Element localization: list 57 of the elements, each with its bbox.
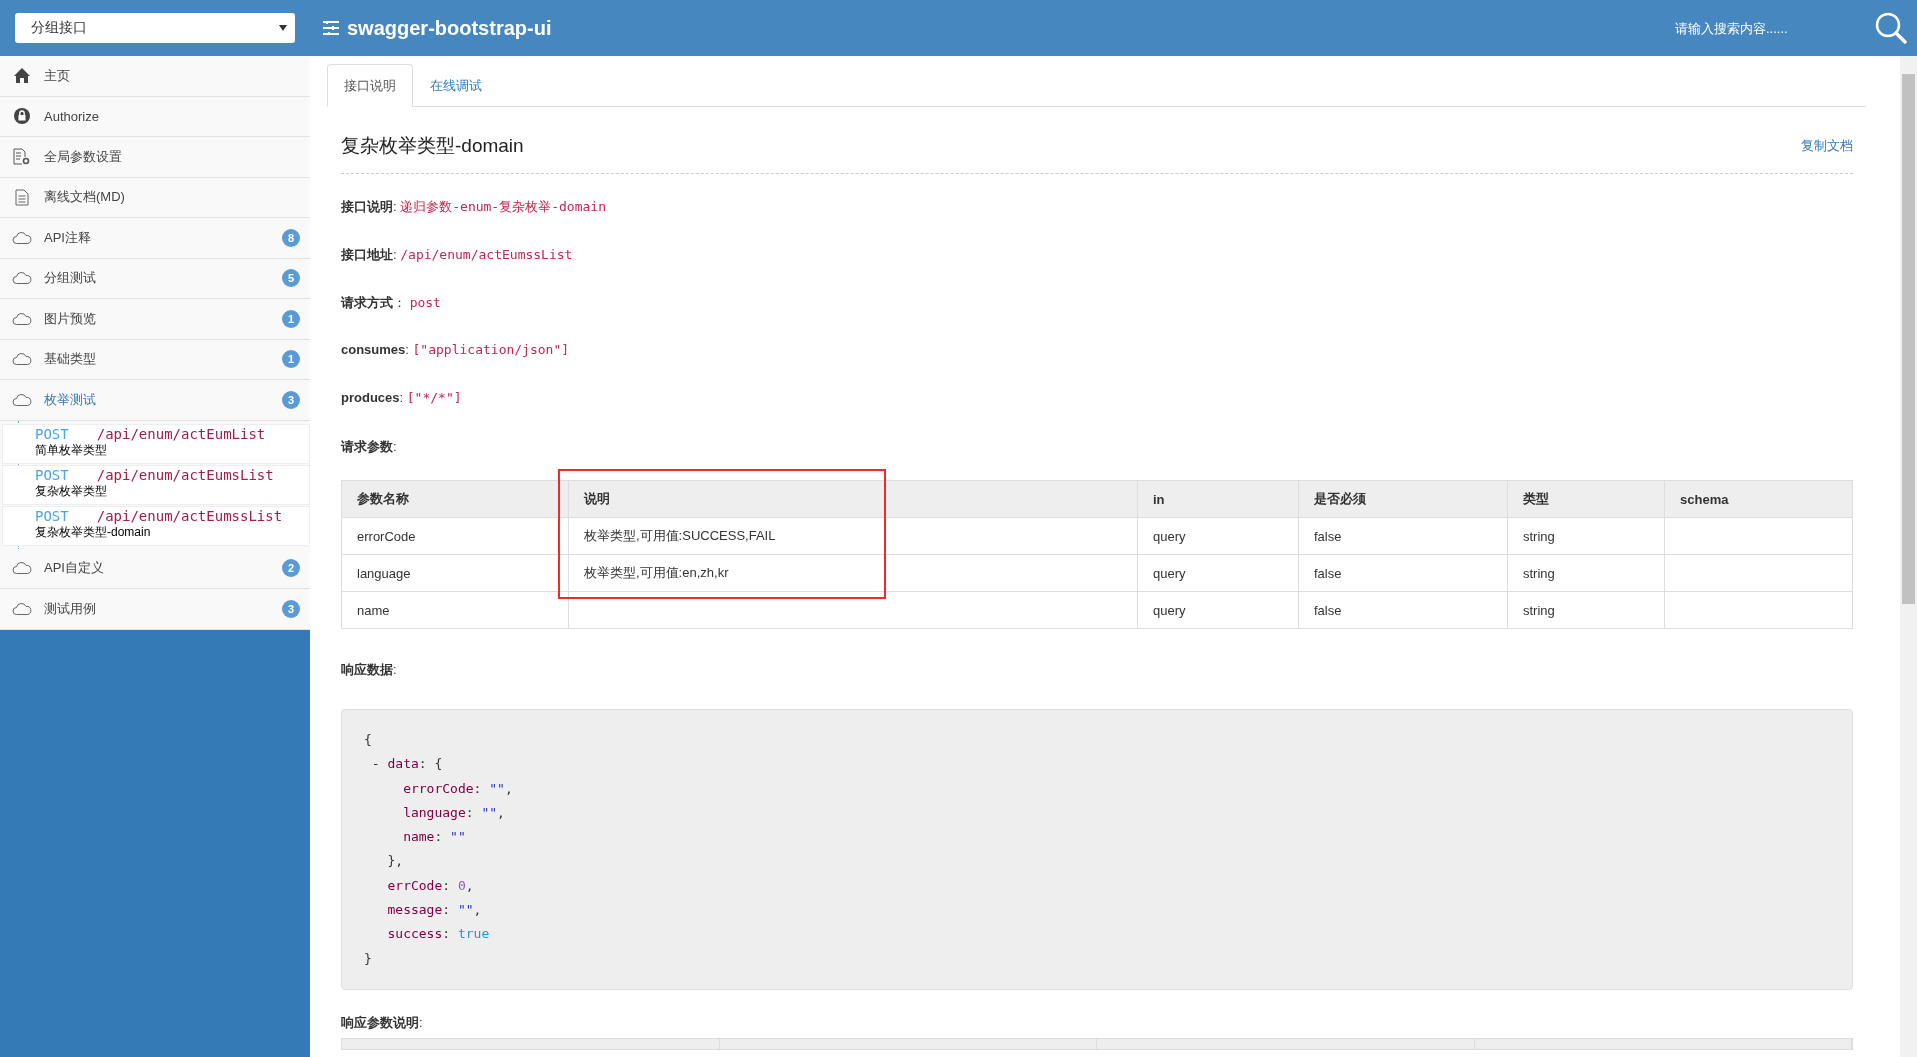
sidebar-item[interactable]: Authorize (0, 96, 310, 137)
count-badge: 2 (282, 559, 300, 578)
sidebar-item[interactable]: 枚举测试 3 (0, 380, 310, 421)
table-cell: string (1507, 517, 1665, 555)
sidebar-item[interactable]: 分组测试 5 (0, 258, 310, 299)
tab[interactable]: 接口说明 (327, 64, 413, 107)
api-title: 复杂枚举类型-domain (341, 134, 524, 158)
sidebar-item[interactable]: 全局参数设置 (0, 137, 310, 178)
column-header: 是否必须 (1298, 480, 1508, 518)
info-line: 请求方式： post (341, 294, 442, 312)
table-cell: 枚举类型,可用值:SUCCESS,FAIL (568, 517, 1138, 555)
column-header: 说明 (568, 480, 1138, 518)
count-badge: 8 (282, 228, 300, 247)
code-block: { - data: { errorCode: "", language: "", name: "" }, errCode: 0, message: "", success: true } (341, 709, 1853, 990)
table-cell: name (341, 591, 569, 629)
sidebar-item[interactable]: API自定义 2 (0, 548, 310, 589)
sidebar-item[interactable]: API注释 8 (0, 218, 310, 259)
table-cell: 枚举类型,可用值:en,zh,kr (568, 554, 1138, 592)
count-badge: 3 (282, 599, 300, 618)
tab[interactable]: 在线调试 (413, 64, 499, 107)
table-cell: string (1507, 554, 1665, 592)
count-badge: 5 (282, 269, 300, 288)
table-cell: query (1137, 517, 1299, 555)
sidebar-item[interactable]: 图片预览 1 (0, 299, 310, 340)
count-badge: 1 (282, 350, 300, 369)
section-label: 请求参数: (341, 438, 398, 456)
info-line: produces: ["*/*"] (341, 390, 463, 407)
section-label: 响应数据: (341, 661, 398, 679)
info-line: 接口说明: 递归参数-enum-复杂枚举-domain (341, 198, 607, 216)
table-cell: string (1507, 591, 1665, 629)
info-line: 接口地址: /api/enum/actEumssList (341, 246, 574, 264)
count-badge: 1 (282, 309, 300, 328)
table-cell: language (341, 554, 569, 592)
search-field[interactable]: 请输入搜索内容...... (1673, 19, 1827, 37)
api-endpoint-item[interactable]: POST /api/enum/actEumsList 复杂枚举类型 (2, 464, 310, 505)
table-cell: query (1137, 591, 1299, 629)
table-cell: false (1298, 517, 1508, 555)
table-cell: false (1298, 591, 1508, 629)
column-header: schema (1664, 480, 1853, 518)
info-line: consumes: ["application/json"] (341, 342, 571, 359)
sidebar-item[interactable]: 基础类型 1 (0, 339, 310, 380)
count-badge: 3 (282, 390, 300, 409)
table-cell: false (1298, 554, 1508, 592)
group-select[interactable]: 分组接口 (15, 13, 295, 43)
column-header: in (1137, 480, 1299, 518)
api-endpoint-item[interactable]: POST /api/enum/actEumList 简单枚举类型 (2, 423, 310, 464)
section-label: 响应参数说明: (341, 1013, 424, 1032)
sidebar-item[interactable]: 测试用例 3 (0, 589, 310, 630)
sidebar-item[interactable]: 主页 (0, 56, 310, 97)
sidebar-item[interactable]: 离线文档(MD) (0, 177, 310, 218)
copy-doc-link[interactable]: 复制文档 (1801, 137, 1853, 155)
table-cell: query (1137, 554, 1299, 592)
table-cell: errorCode (341, 517, 569, 555)
column-header: 类型 (1507, 480, 1665, 518)
column-header: 参数名称 (341, 480, 569, 518)
app-title: swagger-bootstrap-ui (347, 16, 552, 40)
api-endpoint-item[interactable]: POST /api/enum/actEumssList 复杂枚举类型-domain (2, 505, 310, 546)
